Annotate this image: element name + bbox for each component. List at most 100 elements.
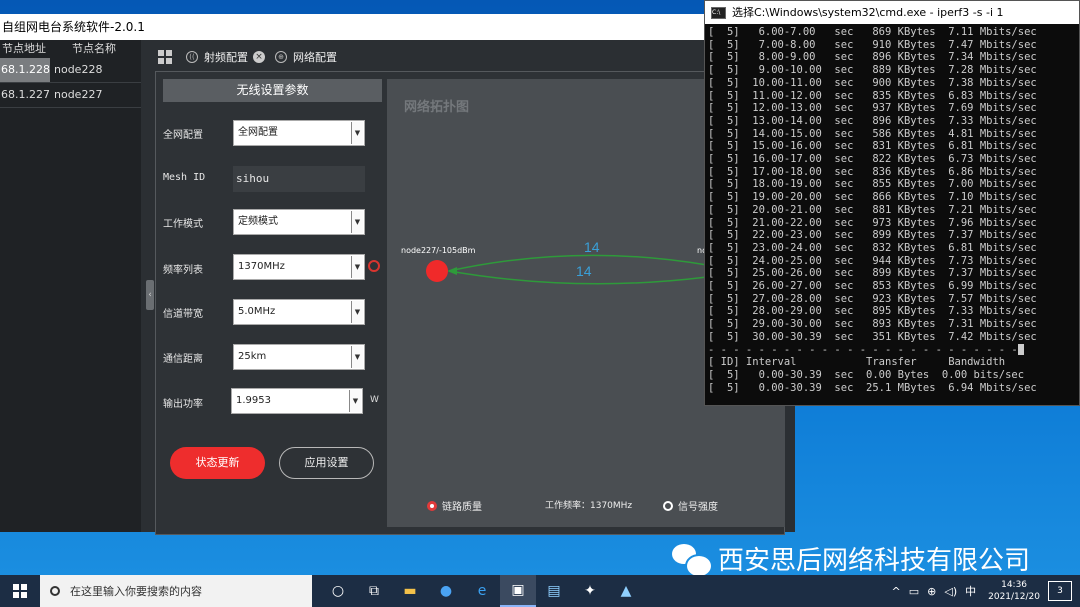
node-marker[interactable] <box>426 260 448 282</box>
arrow-icon <box>447 267 457 275</box>
tab-network-config[interactable]: ⊕ 网络配置 <box>275 49 337 65</box>
volume-icon[interactable]: ◁) <box>944 585 957 598</box>
node-name: node228 <box>54 63 103 76</box>
cmd-window: C:\ 选择C:\Windows\system32\cmd.exe - iper… <box>704 0 1080 406</box>
cmd-line: [ 5] 20.00-21.00 sec 881 KBytes 7.21 Mbi… <box>708 203 1037 216</box>
cmd-line: [ 5] 17.00-18.00 sec 836 KBytes 6.86 Mbi… <box>708 165 1037 178</box>
chevron-down-icon: ▼ <box>351 211 363 233</box>
cmd-line: [ 5] 16.00-17.00 sec 822 KBytes 6.73 Mbi… <box>708 153 1037 166</box>
tab-rf-config-label: 射频配置 <box>204 51 248 64</box>
cmd-line: [ 5] 0.00-30.39 sec 0.00 Bytes 0.00 bits… <box>708 368 1025 381</box>
clock[interactable]: 14:36 2021/12/20 <box>988 579 1040 603</box>
cmd-icon: C:\ <box>711 6 726 19</box>
legend-signal-strength[interactable]: 信号强度 <box>663 498 718 513</box>
cmd-line: [ 5] 28.00-29.00 sec 895 KBytes 7.33 Mbi… <box>708 305 1037 318</box>
chevron-down-icon: ▼ <box>351 122 363 144</box>
header-node-name: 节点名称 <box>72 42 116 55</box>
cmd-line: [ 5] 10.00-11.00 sec 900 KBytes 7.38 Mbi… <box>708 76 1037 89</box>
wireless-settings-header: 无线设置参数 <box>163 79 382 102</box>
work-mode-select[interactable]: 定频模式 ▼ <box>233 209 365 235</box>
windows-icon <box>13 584 27 598</box>
distance-select[interactable]: 25km ▼ <box>233 344 365 370</box>
cmd-line: [ 5] 27.00-28.00 sec 923 KBytes 7.57 Mbi… <box>708 292 1037 305</box>
gear-icon[interactable] <box>368 260 380 272</box>
search-icon <box>50 586 60 596</box>
cmd-line: [ 5] 22.00-23.00 sec 899 KBytes 7.37 Mbi… <box>708 229 1037 242</box>
cortana-icon[interactable]: ○ <box>320 575 356 607</box>
panel-collapse-handle[interactable]: ‹ <box>146 280 154 310</box>
search-box[interactable]: 在这里输入你要搜索的内容 <box>40 575 312 607</box>
tray-expand-icon[interactable]: ^ <box>892 585 901 598</box>
legend-link-quality-label: 链路质量 <box>442 502 482 513</box>
remote-icon[interactable]: ▤ <box>536 575 572 607</box>
cmd-icon[interactable]: ▣ <box>500 575 536 607</box>
legend-link-quality[interactable]: 链路质量 <box>427 498 482 513</box>
tab-rf-config[interactable]: (( 射频配置 × <box>186 49 265 65</box>
cmd-title-bar[interactable]: C:\ 选择C:\Windows\system32\cmd.exe - iper… <box>705 1 1079 24</box>
app-title: 自组网电台系统软件-2.0.1 <box>0 14 795 40</box>
cmd-line: [ 5] 21.00-22.00 sec 973 KBytes 7.96 Mbi… <box>708 216 1037 229</box>
file-explorer-icon[interactable]: ▬ <box>392 575 428 607</box>
cmd-line: [ 5] 7.00-8.00 sec 910 KBytes 7.47 Mbits… <box>708 38 1037 51</box>
node-row[interactable]: 192.168.1.227 node227 <box>0 83 141 108</box>
radio-icon <box>663 500 673 511</box>
task-view-icon[interactable]: ⧉ <box>356 575 392 607</box>
distance-value: 25km <box>238 351 267 362</box>
cmd-line: [ 5] 18.00-19.00 sec 855 KBytes 7.00 Mbi… <box>708 178 1037 191</box>
cmd-line: [ 5] 29.00-30.00 sec 893 KBytes 7.31 Mbi… <box>708 318 1037 331</box>
node-table-header: 节点地址 节点名称 <box>0 40 141 58</box>
cmd-line: [ 5] 25.00-26.00 sec 899 KBytes 7.37 Mbi… <box>708 267 1037 280</box>
cmd-line: [ 5] 14.00-15.00 sec 586 KBytes 4.81 Mbi… <box>708 127 1037 140</box>
cmd-line: [ 5] 15.00-16.00 sec 831 KBytes 6.81 Mbi… <box>708 140 1037 153</box>
cmd-line: [ 5] 23.00-24.00 sec 832 KBytes 6.81 Mbi… <box>708 241 1037 254</box>
net-config-value: 全网配置 <box>238 127 278 138</box>
network-icon[interactable]: ⊕ <box>927 585 936 598</box>
antenna-icon: (( <box>186 51 198 63</box>
clock-date: 2021/12/20 <box>988 592 1040 602</box>
label-power: 输出功率 <box>163 399 203 410</box>
freq-list-select[interactable]: 1370MHz ▼ <box>233 254 365 280</box>
search-placeholder: 在这里输入你要搜索的内容 <box>70 585 202 598</box>
bandwidth-select[interactable]: 5.0MHz ▼ <box>233 299 365 325</box>
bandwidth-value: 5.0MHz <box>238 306 276 317</box>
taskbar: 在这里输入你要搜索的内容 ○ ⧉ ▬ ● e ▣ ▤ ✦ ▲ ^ ▭ ⊕ ◁) … <box>0 575 1080 607</box>
cmd-cursor <box>1017 344 1024 356</box>
app2-icon[interactable]: ▲ <box>608 575 644 607</box>
node-left-label: node227/-105dBm <box>401 246 476 255</box>
apply-settings-button[interactable]: 应用设置 <box>279 447 374 479</box>
taskbar-apps: ○ ⧉ ▬ ● e ▣ ▤ ✦ ▲ <box>320 575 644 607</box>
cmd-line: [ 5] 24.00-25.00 sec 944 KBytes 7.73 Mbi… <box>708 254 1037 267</box>
node-address: 192.168.1.228 <box>0 58 50 82</box>
battery-icon[interactable]: ▭ <box>909 585 919 598</box>
cmd-line: [ 5] 6.00-7.00 sec 869 KBytes 7.11 Mbits… <box>708 26 1037 38</box>
start-button[interactable] <box>0 575 40 607</box>
cmd-line: [ 5] 30.00-30.39 sec 351 KBytes 7.42 Mbi… <box>708 330 1037 343</box>
label-net-config: 全网配置 <box>163 130 203 141</box>
cmd-line: [ 5] 0.00-30.39 sec 25.1 MBytes 6.94 Mbi… <box>708 381 1037 394</box>
link-value-bottom: 14 <box>576 263 592 279</box>
ime-indicator[interactable]: 中 <box>965 583 976 599</box>
chevron-down-icon: ▼ <box>351 346 363 368</box>
net-config-select[interactable]: 全网配置 ▼ <box>233 120 365 146</box>
node-list-panel: 节点地址 节点名称 192.168.1.228 node228 192.168.… <box>0 40 141 532</box>
legend-signal-label: 信号强度 <box>678 502 718 513</box>
status-update-button[interactable]: 状态更新 <box>170 447 265 479</box>
edge-icon[interactable]: e <box>464 575 500 607</box>
cmd-line: [ 5] 26.00-27.00 sec 853 KBytes 6.99 Mbi… <box>708 280 1037 293</box>
power-value: 1.9953 <box>236 395 271 406</box>
system-tray: ^ ▭ ⊕ ◁) 中 14:36 2021/12/20 3 <box>888 575 1080 607</box>
chevron-down-icon: ▼ <box>351 256 363 278</box>
tab-bar: (( 射频配置 × ⊕ 网络配置 <box>158 44 347 70</box>
mesh-id-field[interactable]: sihou <box>233 166 365 192</box>
notification-icon[interactable]: 3 <box>1048 581 1072 601</box>
grid-menu-icon[interactable] <box>158 50 172 64</box>
close-icon[interactable]: × <box>253 51 265 63</box>
chevron-down-icon: ▼ <box>349 390 361 412</box>
header-node-address: 节点地址 <box>2 42 46 55</box>
node-row[interactable]: 192.168.1.228 node228 <box>0 58 141 83</box>
globe-icon: ⊕ <box>275 51 287 63</box>
cmd-line: [ 5] 12.00-13.00 sec 937 KBytes 7.69 Mbi… <box>708 102 1037 115</box>
power-select[interactable]: 1.9953 ▼ <box>231 388 363 414</box>
tool-icon[interactable]: ✦ <box>572 575 608 607</box>
app-icon[interactable]: ● <box>428 575 464 607</box>
